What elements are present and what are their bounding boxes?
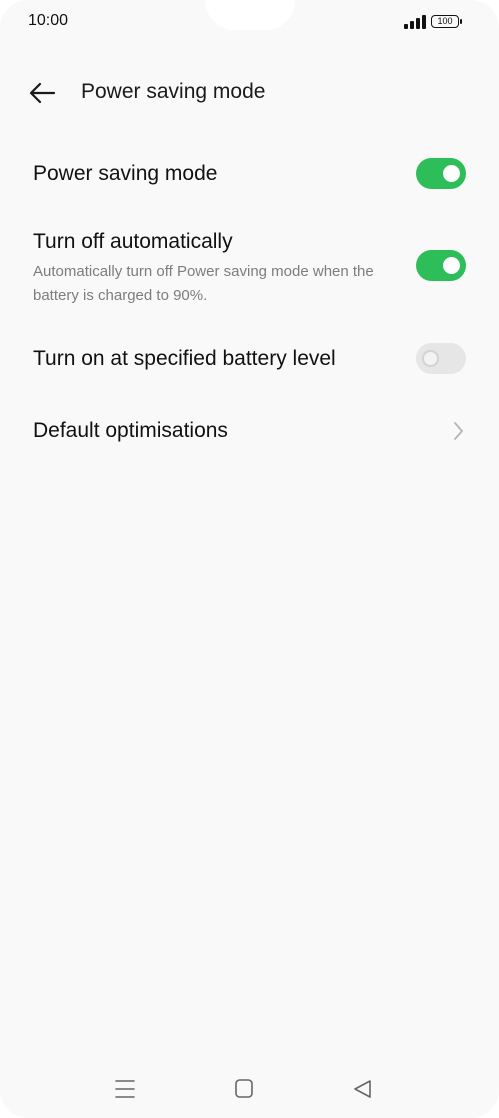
toggle-knob xyxy=(443,257,460,274)
setting-label: Default optimisations xyxy=(33,419,228,442)
toggle-knob xyxy=(422,350,439,367)
setting-row-default-optimisations[interactable]: Default optimisations xyxy=(0,408,499,456)
turn-off-automatically-toggle[interactable] xyxy=(416,250,466,281)
back-triangle-icon xyxy=(354,1080,371,1098)
status-time: 10:00 xyxy=(28,12,69,29)
setting-row-turn-off-automatically[interactable]: Turn off automatically Automatically tur… xyxy=(0,222,499,312)
page-title: Power saving mode xyxy=(81,80,266,103)
status-bar: 10:00 100 xyxy=(0,0,499,44)
back-nav-button[interactable] xyxy=(349,1076,377,1102)
recent-apps-icon xyxy=(115,1080,135,1098)
setting-row-specified-battery-level[interactable]: Turn on at specified battery level xyxy=(0,335,499,385)
power-saving-mode-toggle[interactable] xyxy=(416,158,466,189)
toggle-knob xyxy=(443,165,460,182)
back-arrow-icon xyxy=(29,82,56,104)
setting-label: Turn on at specified battery level xyxy=(33,347,336,370)
home-icon xyxy=(235,1079,253,1098)
specified-battery-level-toggle[interactable] xyxy=(416,343,466,374)
settings-screen: 10:00 100 Power saving mode Power saving… xyxy=(0,0,499,1118)
chevron-right-icon xyxy=(454,422,463,440)
back-button[interactable] xyxy=(24,75,64,111)
setting-label: Turn off automatically xyxy=(33,230,233,253)
setting-description: Automatically turn off Power saving mode… xyxy=(33,263,374,304)
battery-icon: 100 xyxy=(431,15,462,28)
home-button[interactable] xyxy=(230,1076,258,1102)
recent-apps-button[interactable] xyxy=(111,1076,139,1102)
page-header: Power saving mode xyxy=(0,70,499,116)
setting-label: Power saving mode xyxy=(33,162,218,185)
navigation-bar xyxy=(0,1060,499,1118)
setting-row-power-saving-mode[interactable]: Power saving mode xyxy=(0,150,499,200)
camera-notch xyxy=(205,0,295,30)
signal-bars-icon xyxy=(404,15,426,29)
